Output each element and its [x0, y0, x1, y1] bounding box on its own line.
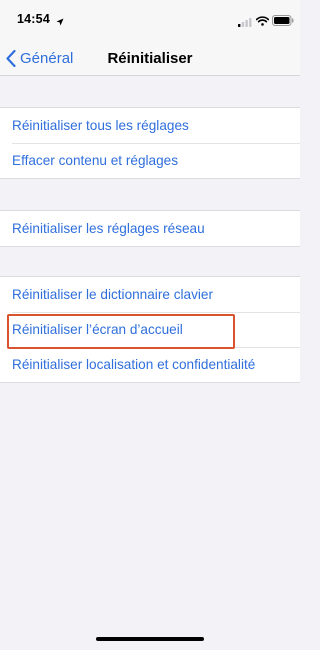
reset-home-screen-row[interactable]: Réinitialiser l’écran d’accueil — [0, 312, 300, 347]
status-bar: 14:54 — [0, 0, 300, 40]
chevron-left-icon — [6, 49, 16, 67]
erase-content-settings-row[interactable]: Effacer contenu et réglages — [0, 143, 300, 178]
wifi-icon — [255, 13, 270, 31]
location-arrow-icon — [56, 13, 64, 31]
cellular-signal-icon — [238, 14, 252, 32]
status-time: 14:54 — [17, 12, 50, 26]
back-button[interactable]: Général — [6, 40, 73, 76]
reset-location-privacy-row[interactable]: Réinitialiser localisation et confidenti… — [0, 347, 300, 382]
reset-keyboard-dictionary-row[interactable]: Réinitialiser le dictionnaire clavier — [0, 277, 300, 312]
navigation-bar: Général Réinitialiser — [0, 40, 300, 76]
battery-icon — [272, 13, 294, 31]
settings-group-reset-all: Réinitialiser tous les réglages Effacer … — [0, 107, 300, 179]
settings-group-other-resets: Réinitialiser le dictionnaire clavier Ré… — [0, 276, 300, 383]
reset-network-settings-row[interactable]: Réinitialiser les réglages réseau — [0, 211, 300, 246]
home-indicator[interactable] — [96, 637, 204, 641]
back-button-label: Général — [20, 49, 74, 67]
reset-all-settings-row[interactable]: Réinitialiser tous les réglages — [0, 108, 300, 143]
settings-group-network: Réinitialiser les réglages réseau — [0, 210, 300, 247]
